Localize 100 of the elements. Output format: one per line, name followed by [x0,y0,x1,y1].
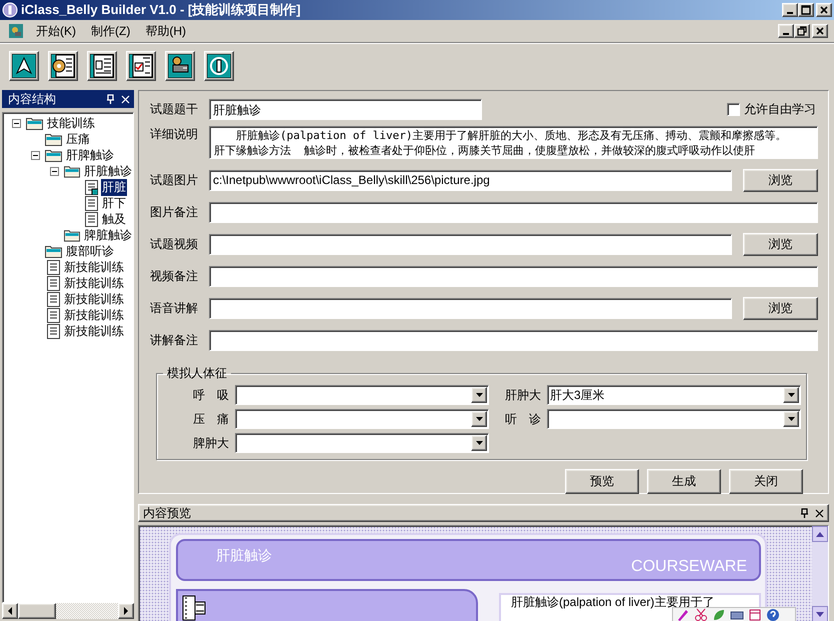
field-label: 试题题干 [150,101,199,118]
checkbox[interactable] [727,103,740,116]
close-icon [818,4,830,16]
collapse-icon[interactable] [12,118,21,128]
power-icon [207,54,231,78]
input-field[interactable]: 肝脏触诊 [209,99,482,120]
dropdown-field[interactable] [235,433,489,453]
browse-button[interactable]: 浏览 [743,297,818,320]
film-icon [182,595,206,621]
tree-item[interactable]: 新技能训练 [63,306,125,324]
scissors-icon[interactable] [694,608,708,621]
group-title: 模拟人体征 [166,365,228,382]
folder-icon [45,244,62,258]
field-label: 视频备注 [150,268,199,285]
input-field[interactable] [209,234,732,255]
minimize-button[interactable] [782,3,798,17]
field-label: 肝肿大 [505,386,541,404]
app-icon [2,2,18,18]
close-button[interactable] [816,3,832,17]
dropdown-field[interactable] [235,385,489,405]
tree-item[interactable]: 肝脾触诊 [65,146,115,164]
field-label: 呼 吸 [193,386,229,404]
tree-item[interactable]: 技能训练 [46,114,96,132]
toolbar-button[interactable] [48,51,78,81]
input-field[interactable] [209,202,818,223]
caret-icon [476,417,482,421]
text-area[interactable]: 肝脏触诊(palpation of liver)主要用于了解肝脏的大小、质地、形态及有无压痛、搏动、震颤和摩擦感等。 肝下缘触诊方法 触诊时，被检查者处于仰卧位，两膝关节屈曲，使腹壁放松，并做较深的腹式呼吸动作以使肝 [209,126,818,159]
browse-button[interactable]: 浏览 [743,233,818,256]
caret-icon [788,393,794,397]
caret-icon [476,441,482,445]
caret-icon [788,417,794,421]
field-label: 试题视频 [150,236,199,253]
folder-icon [45,148,62,162]
input-field[interactable]: c:\Inetpub\wwwroot\iClass_Belly\skill\256\picture.jpg [209,170,732,191]
down-arrow-icon [816,612,824,616]
left-arrow-icon [7,607,13,615]
tree-item[interactable]: 新技能训练 [63,258,125,276]
field-label: 详细说明 [150,126,199,143]
field-label: 试题图片 [150,172,199,189]
maximize-button[interactable] [794,24,810,38]
tree-item[interactable]: 新技能训练 [63,322,125,340]
tree-item[interactable]: 腹部听诊 [65,242,115,260]
tree-item[interactable]: 压痛 [65,130,91,148]
arrow-up-icon [12,54,36,78]
panel-title: 内容预览 [143,504,192,522]
collapse-icon[interactable] [50,166,59,176]
device-icon [168,54,192,78]
field-label: 压 痛 [193,410,229,428]
folder-icon [64,164,80,178]
browse-button[interactable]: 浏览 [743,169,818,192]
tree-item[interactable]: 肝脏 [101,178,127,196]
dropdown-field[interactable]: 肝大3厘米 [547,385,801,405]
close-button[interactable] [812,24,828,38]
pin-icon [800,508,809,518]
minimize-icon [787,12,793,14]
tree-item[interactable]: 触及 [101,210,127,228]
input-field[interactable] [209,266,818,287]
toolbar-button[interactable] [204,51,234,81]
action-button[interactable]: 生成 [647,469,721,494]
tree-item[interactable]: 肝下 [101,194,127,212]
dropdown-button[interactable] [783,411,799,427]
right-arrow-icon [123,607,129,615]
caret-icon [476,393,482,397]
dropdown-button[interactable] [471,387,487,403]
restore-icon [796,25,808,37]
action-button[interactable]: 关闭 [729,469,803,494]
panel-icon[interactable] [748,608,762,621]
maximize-button[interactable] [798,3,814,17]
lesson-title: 肝脏触诊 [216,547,272,565]
panel-title: 内容结构 [8,90,57,108]
minimize-button[interactable] [778,24,794,38]
input-field[interactable] [209,298,732,319]
field-label: 脾肿大 [193,434,229,452]
toolbar-button[interactable] [9,51,39,81]
window-title: iClass_Belly Builder V1.0 - [技能训练项目制作] [21,1,302,19]
scrollbar-thumb[interactable] [18,603,56,619]
action-button[interactable]: 预览 [565,469,639,494]
dropdown-button[interactable] [471,435,487,451]
list-document-icon [90,54,114,78]
collapse-icon[interactable] [31,150,40,160]
input-field[interactable] [209,330,818,351]
dropdown-button[interactable] [471,411,487,427]
tree-item[interactable]: 脾脏触诊 [83,226,133,244]
checklist-icon [129,54,153,78]
menu-item[interactable]: 开始(K) [30,22,82,40]
help-icon[interactable] [766,608,780,621]
tree-item[interactable]: 新技能训练 [63,290,125,308]
maximize-icon [800,4,812,16]
menu-item[interactable]: 制作(Z) [85,22,136,40]
tree-item[interactable]: 新技能训练 [63,274,125,292]
toolbar-button[interactable] [165,51,195,81]
toolbar-button[interactable] [87,51,117,81]
leaf-icon[interactable] [712,608,726,621]
tree-item[interactable]: 肝脏触诊 [83,162,133,180]
toolbar-button[interactable] [126,51,156,81]
menu-item[interactable]: 帮助(H) [139,22,192,40]
dropdown-field[interactable] [235,409,489,429]
pen-icon[interactable] [676,608,690,621]
dropdown-field[interactable] [547,409,801,429]
dropdown-button[interactable] [783,387,799,403]
